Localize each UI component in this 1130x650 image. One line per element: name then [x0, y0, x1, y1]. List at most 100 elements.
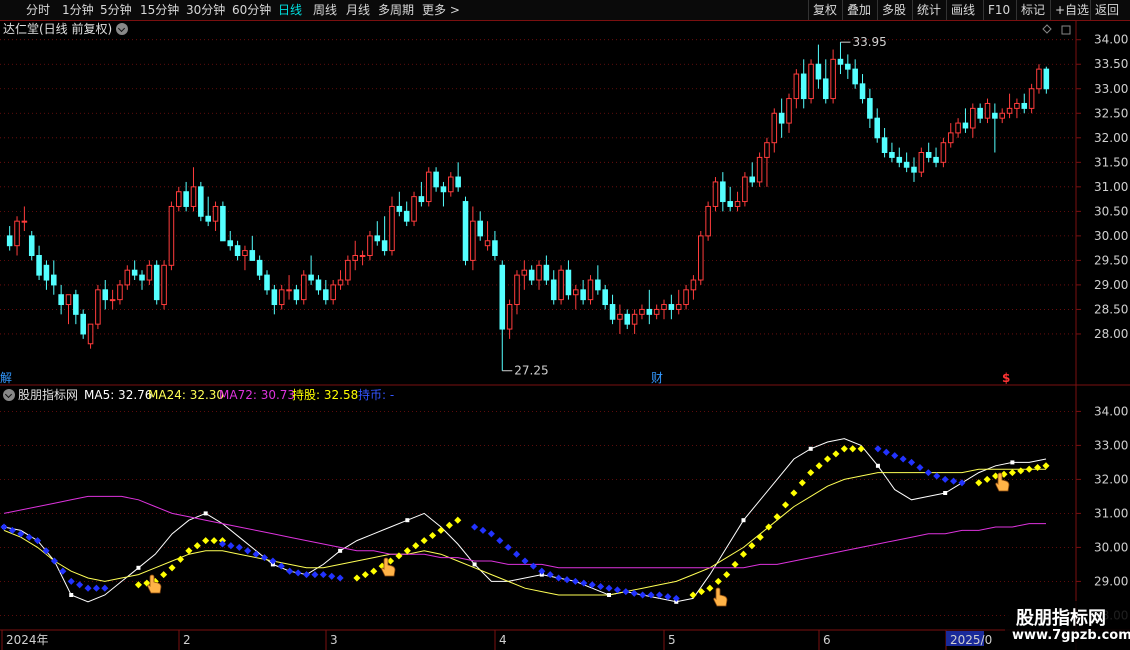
candle-body	[264, 274, 270, 291]
toolbar-tool-4[interactable]: 画线	[946, 0, 979, 20]
dot-持股	[454, 516, 462, 524]
ma5-marker	[607, 593, 612, 597]
candle-body	[484, 240, 491, 247]
candle-body	[102, 289, 109, 301]
toolbar-tool-0[interactable]: 复权	[808, 0, 841, 20]
candle-body	[374, 235, 381, 242]
candle-body	[492, 240, 498, 256]
candle-body	[448, 176, 454, 193]
dot-持币	[563, 576, 571, 584]
candle-body	[624, 313, 631, 325]
dot-持股	[756, 533, 764, 541]
ma5-marker	[405, 518, 410, 523]
candle-body	[845, 63, 851, 70]
candle-body	[234, 245, 241, 256]
candle-body	[675, 304, 682, 310]
dot-持币	[605, 584, 613, 592]
toolbar-period-1[interactable]: 1分钟	[62, 0, 94, 20]
candle-body	[87, 323, 94, 345]
dot-持股	[697, 588, 706, 596]
toolbar-tool-2[interactable]: 多股	[877, 0, 910, 20]
toolbar-period-7[interactable]: 周线	[313, 0, 337, 20]
dot-持币	[891, 452, 899, 460]
candle-body	[65, 294, 72, 306]
toolbar-period-10[interactable]: 更多 >	[422, 0, 460, 20]
candle-body	[742, 176, 748, 203]
chart-area: 28.00 28.50 29.00 29.50 30.00 30.50 31.00 31.50…	[0, 21, 1130, 650]
dot-持股	[1034, 463, 1042, 472]
dot-持币	[269, 557, 277, 565]
y-tick-label: 31.00	[1094, 506, 1128, 520]
dot-持股	[798, 479, 806, 487]
dot-持币	[328, 572, 336, 580]
dot-持股	[361, 571, 369, 579]
toolbar-period-8[interactable]: 月线	[346, 0, 370, 20]
candle-body	[286, 289, 292, 292]
candle-body	[227, 240, 234, 247]
dot-持股	[370, 567, 378, 575]
cash-label: 持币: -	[358, 388, 395, 402]
candle-body	[1043, 68, 1050, 90]
dot-持币	[924, 469, 932, 477]
toolbar-period-9[interactable]: 多周期	[378, 0, 414, 20]
dot-持股	[160, 571, 168, 579]
dot-持币	[555, 574, 563, 582]
dot-持股	[823, 455, 832, 463]
dot-持币	[319, 571, 327, 579]
ma5-marker	[1010, 460, 1015, 465]
candle-body	[337, 279, 344, 286]
dot-持币	[25, 533, 33, 541]
toolbar-period-4[interactable]: 30分钟	[186, 0, 225, 20]
chevron-down-icon[interactable]	[3, 389, 15, 401]
candle-body	[300, 274, 307, 301]
time-label: 6	[823, 633, 831, 647]
dot-持股	[437, 526, 445, 534]
candle-body	[734, 201, 741, 207]
candle-body	[778, 112, 785, 124]
dot-持币	[538, 567, 546, 575]
toolbar-tool-6[interactable]: 标记	[1016, 0, 1049, 20]
candle-body	[73, 294, 79, 315]
ma5-marker	[875, 463, 880, 468]
toolbar-tool-8[interactable]: 返回	[1090, 0, 1123, 20]
toolbar-tool-5[interactable]: F10	[983, 0, 1014, 20]
candle-body	[499, 264, 506, 330]
dot-持币	[950, 477, 958, 485]
chevron-down-icon[interactable]	[116, 23, 128, 35]
dot-持股	[781, 501, 790, 509]
toolbar-tool-1[interactable]: 叠加	[842, 0, 875, 20]
candle-body	[837, 58, 844, 65]
dot-持币	[294, 569, 302, 577]
toolbar-tool-3[interactable]: 统计	[912, 0, 945, 20]
candle-body	[58, 294, 64, 306]
ma5-marker	[203, 511, 208, 516]
toolbar-period-3[interactable]: 15分钟	[140, 0, 179, 20]
time-label: 3	[330, 633, 338, 647]
dot-持币	[521, 557, 529, 565]
dot-持股	[429, 531, 437, 540]
dot-持币	[622, 588, 630, 596]
watermark-title: 股朋指标网	[1016, 608, 1106, 629]
dot-持币	[597, 582, 605, 591]
candle-body	[521, 269, 528, 276]
candle-body	[411, 196, 417, 222]
candle-body	[220, 205, 226, 242]
candle-body	[462, 201, 469, 261]
toolbar-period-2[interactable]: 5分钟	[100, 0, 132, 20]
candle-body	[381, 240, 388, 252]
dot-持币	[471, 523, 479, 531]
dot-持币	[908, 458, 916, 466]
toolbar-period-6[interactable]: 日线	[278, 0, 302, 20]
hand-shape	[713, 587, 728, 607]
toolbar-period-0[interactable]: 分时	[26, 0, 50, 20]
marker-cai: 财	[651, 371, 664, 385]
toolbar-tool-7[interactable]: +自选	[1050, 0, 1093, 20]
y-tick-label: 29.00	[1094, 278, 1128, 292]
dot-持币	[67, 577, 75, 585]
candle-body	[573, 289, 579, 296]
candle-body	[955, 122, 961, 134]
candle-body	[256, 259, 263, 276]
y-tick-label: 33.00	[1094, 438, 1128, 452]
toolbar-period-5[interactable]: 60分钟	[232, 0, 271, 20]
candle-body	[903, 161, 910, 168]
